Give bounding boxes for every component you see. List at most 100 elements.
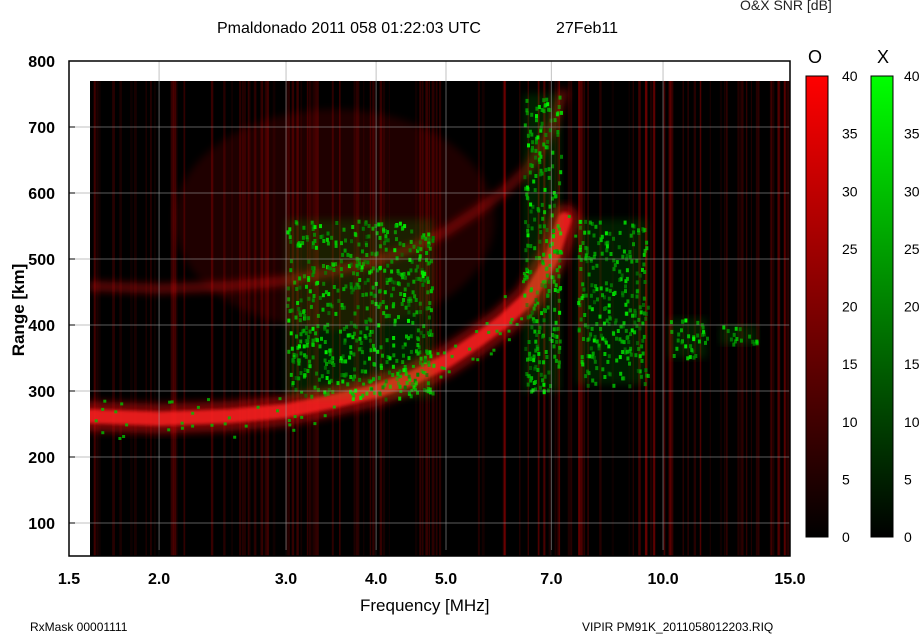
x-speckle — [633, 330, 637, 335]
x-speckle — [454, 344, 458, 348]
x-tick-label: 10.0 — [647, 571, 678, 588]
x-speckle — [612, 331, 616, 336]
x-speckle — [302, 274, 306, 279]
x-speckle — [315, 371, 319, 376]
x-speckle — [755, 339, 759, 344]
x-speckle — [535, 319, 539, 324]
x-speckle — [559, 231, 563, 236]
x-speckle — [388, 370, 391, 375]
x-speckle — [704, 340, 707, 345]
x-speckle — [304, 393, 308, 398]
x-speckle — [615, 336, 618, 341]
x-speckle — [547, 175, 551, 180]
x-speckle — [509, 321, 513, 325]
x-speckle — [642, 296, 646, 301]
x-speckle — [320, 336, 323, 341]
x-speckle — [337, 298, 341, 303]
x-speckle — [326, 370, 330, 374]
x-speckle — [418, 360, 422, 365]
x-speckle — [409, 268, 413, 273]
x-speckle — [642, 303, 645, 307]
x-tick-label: 15.0 — [774, 571, 805, 588]
x-speckle — [318, 344, 322, 349]
x-speckle — [298, 276, 302, 281]
x-speckle — [530, 226, 534, 231]
x-speckle — [288, 309, 292, 314]
x-speckle — [543, 187, 547, 192]
x-speckle — [558, 310, 562, 315]
x-speckle — [341, 354, 345, 359]
x-speckle — [688, 355, 692, 360]
x-speckle — [326, 302, 330, 307]
x-speckle — [552, 279, 556, 284]
x-speckle — [368, 270, 372, 275]
x-speckle — [538, 151, 542, 156]
colorbar-tick-label: 20 — [842, 299, 858, 315]
x-speckle — [634, 353, 638, 358]
x-speckle — [583, 230, 587, 235]
x-speckle — [498, 332, 502, 336]
x-speckle — [371, 343, 375, 348]
x-speckle — [608, 288, 612, 293]
x-speckle — [298, 310, 302, 315]
x-speckle — [607, 309, 611, 314]
x-speckle — [639, 374, 643, 379]
x-speckle — [278, 397, 282, 401]
x-speckle — [286, 286, 290, 291]
x-speckle — [289, 259, 293, 264]
x-speckle — [538, 172, 542, 177]
x-speckle — [385, 360, 389, 365]
x-speckle — [406, 282, 410, 287]
x-speckle — [429, 308, 433, 313]
x-speckle — [361, 249, 364, 254]
noise-streak — [773, 81, 775, 556]
x-speckle — [557, 298, 561, 303]
x-speckle — [530, 310, 534, 315]
noise-streak — [750, 81, 752, 556]
x-speckle — [319, 224, 322, 229]
x-speckle — [692, 355, 696, 360]
x-speckle — [618, 278, 622, 282]
colorbar-o — [805, 75, 829, 538]
x-speckle — [545, 355, 549, 359]
x-speckle — [306, 335, 310, 339]
x-speckle — [340, 273, 344, 278]
x-speckle — [591, 378, 595, 383]
x-speckle — [523, 175, 527, 180]
x-speckle — [290, 346, 294, 351]
x-speckle — [529, 244, 533, 249]
x-speckle — [401, 360, 405, 365]
x-speckle — [287, 297, 291, 302]
x-speckle — [535, 290, 539, 295]
x-speckle — [420, 235, 424, 240]
x-speckle — [524, 346, 528, 351]
x-speckle — [627, 340, 631, 344]
x-speckle — [328, 348, 332, 353]
x-speckle — [103, 399, 107, 403]
x-speckle — [551, 234, 555, 239]
x-speckle — [600, 251, 604, 256]
x-speckle — [328, 352, 332, 357]
x-speckle — [622, 249, 626, 254]
x-speckle — [579, 267, 583, 271]
x-speckle — [378, 302, 382, 307]
x-speckle — [327, 265, 331, 270]
x-speckle — [286, 303, 290, 308]
ionogram-chart: 1.5 2.0 3.0 4.0 5.0 7.0 10.0 15.010020030040050… — [28, 54, 920, 588]
x-speckle — [419, 277, 423, 282]
x-speckle — [316, 313, 320, 318]
x-speckle — [526, 357, 529, 362]
x-speckle — [595, 339, 599, 344]
x-speckle — [377, 376, 381, 381]
x-speckle — [332, 363, 336, 367]
colorbar-tick-label: 0 — [842, 529, 850, 545]
colorbar-tick-label: 15 — [904, 356, 920, 372]
x-speckle — [191, 424, 195, 428]
noise-streak — [745, 81, 748, 556]
x-speckle — [579, 317, 583, 322]
x-speckle — [400, 227, 404, 231]
x-tick-label: 2.0 — [148, 571, 170, 588]
x-speckle — [540, 202, 544, 207]
x-speckle — [525, 303, 529, 308]
x-speckle — [348, 355, 352, 360]
